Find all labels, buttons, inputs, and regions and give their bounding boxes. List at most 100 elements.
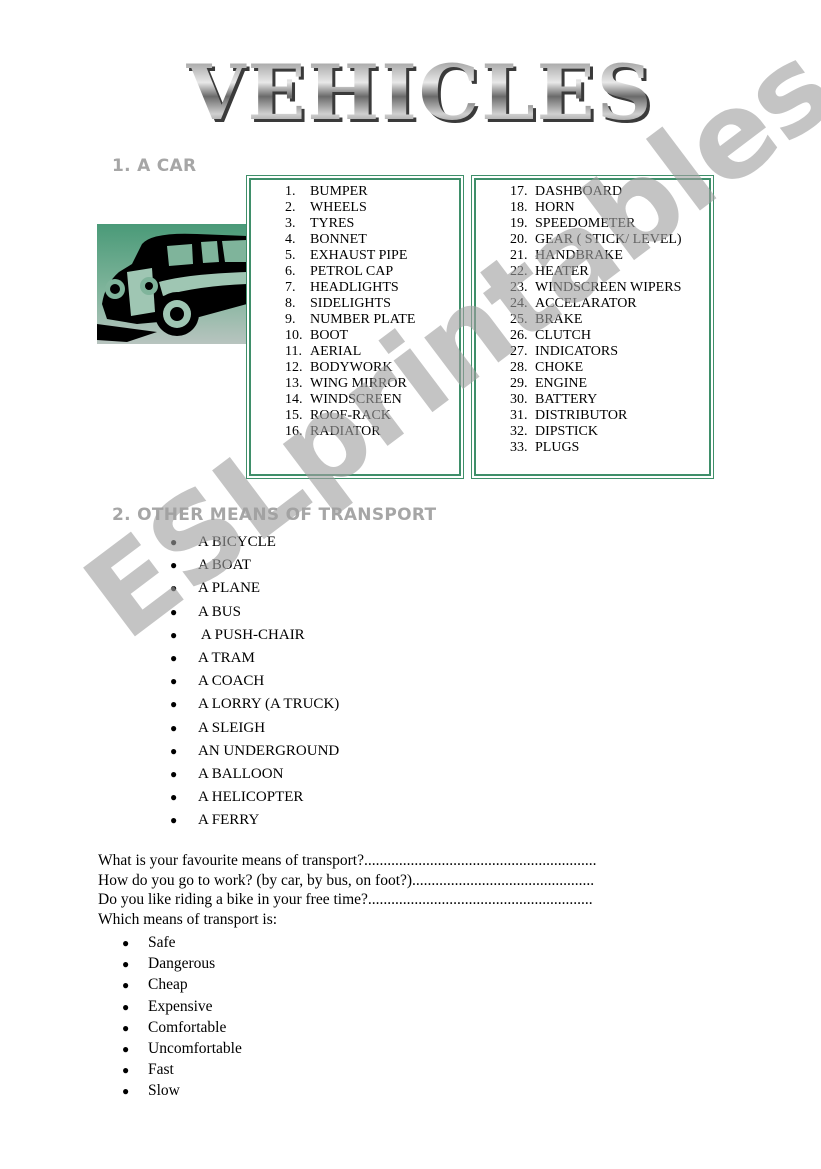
car-part-number: 2. xyxy=(285,200,296,215)
car-part-number: 27. xyxy=(510,344,528,359)
bullet-icon: ● xyxy=(122,957,130,972)
car-part-number: 29. xyxy=(510,376,528,391)
car-part-label: SIDELIGHTS xyxy=(310,296,391,311)
bullet-icon: ● xyxy=(122,1041,130,1056)
car-part-item: 2. WHEELS xyxy=(285,200,459,216)
car-part-number: 13. xyxy=(285,376,303,391)
transport-item-label: A BICYCLE xyxy=(198,534,276,550)
car-part-label: NUMBER PLATE xyxy=(310,312,416,327)
car-part-label: BUMPER xyxy=(310,184,368,199)
car-part-item: 7. HEADLIGHTS xyxy=(285,280,459,296)
transport-item: ● A SLEIGH xyxy=(170,717,339,740)
car-part-label: HORN xyxy=(535,200,575,215)
car-parts-list-1: 1. BUMPER 2. WHEELS 3. TYRES 4. BONNET 5. EXHAUST… xyxy=(251,180,459,440)
car-part-item: 29. ENGINE xyxy=(510,376,709,392)
car-part-number: 23. xyxy=(510,280,528,295)
adjective-item: ● Comfortable xyxy=(122,1017,242,1038)
questions-block: What is your favourite means of transpor… xyxy=(98,851,597,929)
car-part-label: PLUGS xyxy=(535,440,580,455)
transport-item-label: AN UNDERGROUND xyxy=(198,742,340,759)
car-part-item: 15. ROOF-RACK xyxy=(285,408,459,424)
car-part-number: 22. xyxy=(510,264,528,279)
bullet-icon: ● xyxy=(170,581,178,596)
bullet-icon: ● xyxy=(122,999,130,1014)
bullet-icon: ● xyxy=(122,1084,130,1099)
transport-item-label: A SLEIGH xyxy=(198,719,266,736)
adjective-item-label: Cheap xyxy=(148,976,188,994)
section-heading-car: 1. A CAR xyxy=(112,156,197,176)
car-part-label: BOOT xyxy=(310,328,349,343)
adjective-item: ● Safe xyxy=(122,932,242,953)
vintage-car-icon xyxy=(97,224,247,344)
transport-item-label: A TRAM xyxy=(198,649,255,666)
car-part-label: RADIATOR xyxy=(310,424,381,439)
transport-item: ● A PLANE xyxy=(170,577,339,600)
transport-item: ● A BUS xyxy=(170,601,339,624)
car-part-item: 28. CHOKE xyxy=(510,360,709,376)
bullet-icon: ● xyxy=(170,535,178,549)
car-part-number: 28. xyxy=(510,360,528,375)
adjective-item-label: Dangerous xyxy=(148,955,216,973)
question-work: How do you go to work? (by car, by bus, … xyxy=(98,871,595,889)
car-part-label: WHEELS xyxy=(310,200,367,215)
car-part-item: 16. RADIATOR xyxy=(285,424,459,440)
transport-item-label: A PLANE xyxy=(198,580,261,597)
car-part-label: HEADLIGHTS xyxy=(310,280,399,295)
adjective-item: ● Expensive xyxy=(122,996,242,1017)
car-part-number: 25. xyxy=(510,312,528,327)
car-part-label: BRAKE xyxy=(535,312,583,327)
car-part-number: 3. xyxy=(285,216,296,231)
bullet-icon: ● xyxy=(122,1020,130,1035)
car-part-number: 4. xyxy=(285,232,296,247)
car-part-label: AERIAL xyxy=(310,344,362,359)
car-part-item: 12. BODYWORK xyxy=(285,360,459,376)
car-part-item: 19. SPEEDOMETER xyxy=(510,216,709,232)
bullet-icon: ● xyxy=(170,697,178,712)
car-part-number: 26. xyxy=(510,328,528,343)
transport-item: ● A BALLOON xyxy=(170,763,339,786)
bullet-icon: ● xyxy=(170,790,178,805)
bullet-icon: ● xyxy=(170,650,178,665)
car-part-label: GEAR ( STICK/ LEVEL) xyxy=(535,232,682,247)
bullet-icon: ● xyxy=(122,936,130,950)
section-heading-transport: 2. OTHER MEANS OF TRANSPORT xyxy=(112,505,437,525)
car-part-item: 26. CLUTCH xyxy=(510,328,709,344)
car-part-label: TYRES xyxy=(310,216,355,231)
transport-item-label: A COACH xyxy=(198,673,265,690)
car-part-number: 21. xyxy=(510,248,528,263)
question-favourite: What is your favourite means of transpor… xyxy=(98,852,597,869)
bullet-icon: ● xyxy=(170,627,178,642)
car-part-label: BONNET xyxy=(310,232,367,247)
car-part-item: 18. HORN xyxy=(510,200,709,216)
car-parts-box-2: 17. DASHBOARD 18. HORN 19. SPEEDOMETER 20. GEAR… xyxy=(471,175,714,479)
car-part-item: 30. BATTERY xyxy=(510,392,709,408)
car-part-item: 11. AERIAL xyxy=(285,344,459,360)
car-part-label: BATTERY xyxy=(535,392,598,407)
car-part-item: 9. NUMBER PLATE xyxy=(285,312,459,328)
car-part-number: 32. xyxy=(510,424,528,439)
transport-item: ● A PUSH-CHAIR xyxy=(170,624,339,647)
bullet-icon: ● xyxy=(170,813,178,828)
car-part-label: ROOF-RACK xyxy=(310,408,391,423)
question-bike: Do you like riding a bike in your free t… xyxy=(98,891,593,908)
adjective-item: ● Slow xyxy=(122,1080,242,1101)
question-which: Which means of transport is: xyxy=(98,910,278,928)
car-part-item: 24. ACCELARATOR xyxy=(510,296,709,312)
car-parts-list-2: 17. DASHBOARD 18. HORN 19. SPEEDOMETER 20. GEAR… xyxy=(476,180,709,456)
transport-item-label: A HELICOPTER xyxy=(198,789,304,806)
bullet-icon: ● xyxy=(122,1063,130,1078)
car-part-item: 10. BOOT xyxy=(285,328,459,344)
car-part-number: 30. xyxy=(510,392,528,407)
car-part-label: CLUTCH xyxy=(535,328,591,343)
car-part-label: HANDBRAKE xyxy=(535,248,623,263)
car-part-label: PETROL CAP xyxy=(310,264,394,279)
car-part-number: 11. xyxy=(285,344,302,359)
car-part-item: 31. DISTRIBUTOR xyxy=(510,408,709,424)
car-part-label: BODYWORK xyxy=(310,360,393,375)
car-part-label: DIPSTICK xyxy=(535,424,599,439)
transport-list: ● A BICYCLE ● A BOAT ● A PLANE ● A BUS ● A PUSH-… xyxy=(170,531,339,832)
car-part-number: 1. xyxy=(285,184,296,199)
car-parts-box-1: 1. BUMPER 2. WHEELS 3. TYRES 4. BONNET 5. EXHAUST… xyxy=(246,175,464,479)
car-part-number: 24. xyxy=(510,296,528,311)
car-part-item: 21. HANDBRAKE xyxy=(510,248,709,264)
